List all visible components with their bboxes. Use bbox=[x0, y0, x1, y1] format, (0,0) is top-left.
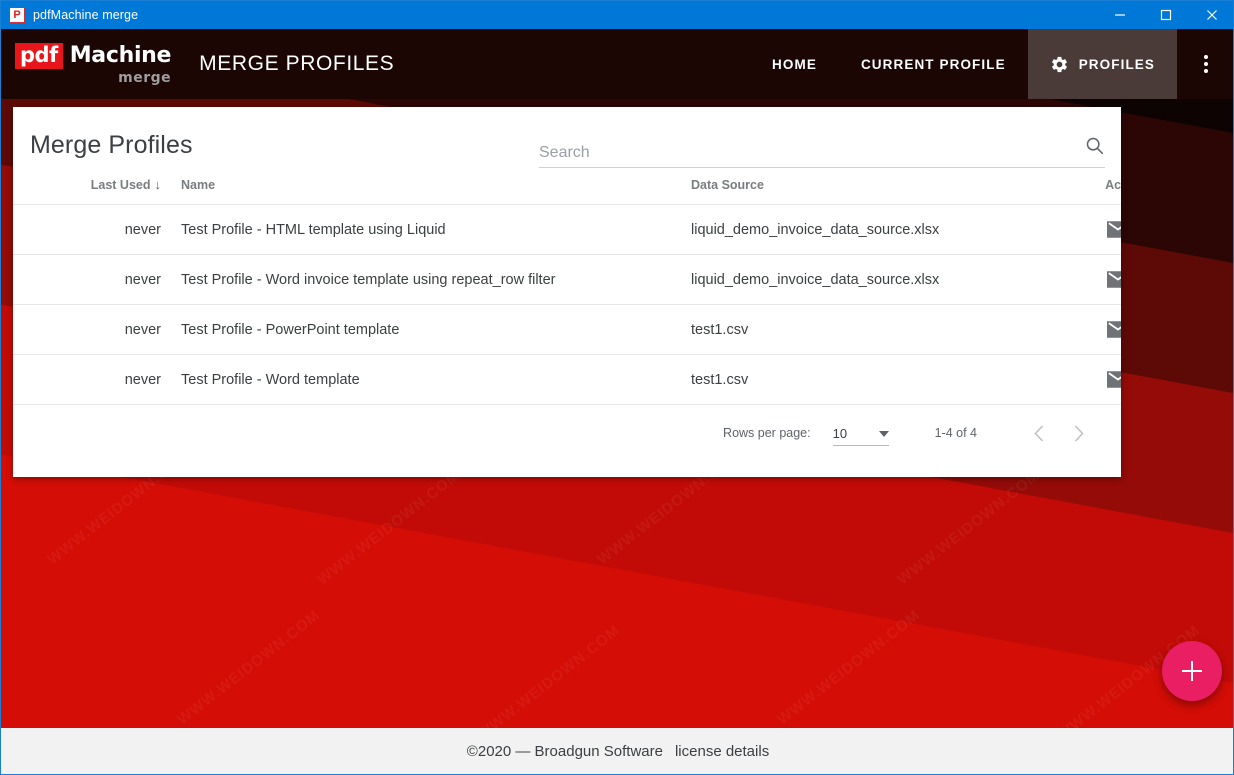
copyright-text: ©2020 — Broadgun Software bbox=[466, 743, 663, 760]
window-title: pdfMachine merge bbox=[33, 8, 139, 22]
more-vertical-icon bbox=[1204, 55, 1208, 73]
logo-pdf-mark: pdf bbox=[15, 43, 63, 69]
cell-data-source: liquid_demo_invoice_data_source.xlsx bbox=[681, 254, 1031, 305]
plus-icon bbox=[1190, 661, 1194, 681]
cell-last-used: never bbox=[13, 204, 161, 255]
nav-item-home[interactable]: HOME bbox=[750, 29, 839, 99]
pagination-range-label: 1-4 of 4 bbox=[934, 426, 977, 440]
previous-page-button[interactable] bbox=[1019, 413, 1059, 453]
cell-actions bbox=[1031, 204, 1121, 255]
cell-actions bbox=[1031, 254, 1121, 305]
app-footer: ©2020 — Broadgun Software license detail… bbox=[1, 728, 1233, 774]
header-overflow-menu[interactable] bbox=[1177, 29, 1233, 99]
cell-name: Test Profile - PowerPoint template bbox=[161, 304, 681, 355]
table-header-row: Last Used↓ Name Data Source Actions bbox=[13, 177, 1121, 205]
cell-last-used: never bbox=[13, 304, 161, 355]
mail-icon[interactable] bbox=[1107, 321, 1121, 338]
app-header: pdf Machine merge MERGE PROFILES HOME CU… bbox=[1, 29, 1233, 99]
cell-last-used: never bbox=[13, 354, 161, 404]
merge-profiles-card: Merge Profiles Last Used↓ Name bbox=[13, 107, 1121, 477]
cell-actions bbox=[1031, 354, 1121, 404]
add-profile-button[interactable] bbox=[1162, 641, 1222, 701]
page-title: MERGE PROFILES bbox=[199, 52, 395, 75]
app-logo: pdf Machine merge bbox=[15, 43, 171, 85]
app-window: P pdfMachine merge pdf Machine merge MER… bbox=[0, 0, 1234, 775]
table-row[interactable]: never Test Profile - HTML template using… bbox=[13, 204, 1121, 255]
column-header-last-used[interactable]: Last Used ↓ bbox=[13, 177, 161, 205]
nav-item-profiles[interactable]: PROFILES bbox=[1027, 29, 1177, 99]
main-navigation: HOME CURRENT PROFILE PROFILES bbox=[750, 29, 1233, 99]
search-icon[interactable] bbox=[1084, 135, 1105, 161]
card-title: Merge Profiles bbox=[30, 131, 193, 159]
mail-icon[interactable] bbox=[1107, 371, 1121, 388]
cell-name: Test Profile - Word template bbox=[161, 354, 681, 404]
table-row[interactable]: never Test Profile - PowerPoint template… bbox=[13, 304, 1121, 355]
logo-merge-text: merge bbox=[118, 70, 172, 86]
pdfmachine-icon: P bbox=[9, 7, 25, 23]
rows-per-page-value: 10 bbox=[832, 426, 848, 441]
window-titlebar: P pdfMachine merge bbox=[1, 1, 1233, 29]
column-header-name[interactable]: Name bbox=[161, 177, 681, 205]
next-page-button[interactable] bbox=[1059, 413, 1099, 453]
search-input[interactable] bbox=[539, 144, 1076, 162]
sort-descending-icon: ↓ bbox=[154, 177, 162, 192]
license-details-link[interactable]: license details bbox=[675, 743, 769, 760]
column-header-actions: Actions bbox=[1105, 178, 1121, 192]
table-row[interactable]: never Test Profile - Word invoice templa… bbox=[13, 254, 1121, 305]
maximize-icon[interactable] bbox=[1143, 1, 1189, 29]
gear-icon bbox=[1050, 55, 1069, 74]
nav-item-label: PROFILES bbox=[1078, 56, 1155, 72]
cell-data-source: liquid_demo_invoice_data_source.xlsx bbox=[681, 204, 1031, 255]
window-controls bbox=[1097, 1, 1233, 29]
cell-data-source: test1.csv bbox=[681, 354, 1031, 404]
profiles-table: Last Used↓ Name Data Source Actions neve… bbox=[13, 177, 1121, 404]
rows-per-page-label: Rows per page: bbox=[723, 426, 811, 440]
chevron-down-icon bbox=[878, 430, 889, 437]
cell-actions bbox=[1031, 304, 1121, 355]
table-row[interactable]: never Test Profile - Word template test1… bbox=[13, 354, 1121, 404]
rows-per-page-select[interactable]: 10 bbox=[832, 426, 889, 446]
cell-name: Test Profile - Word invoice template usi… bbox=[161, 254, 681, 305]
cell-name: Test Profile - HTML template using Liqui… bbox=[161, 204, 681, 255]
close-icon[interactable] bbox=[1189, 1, 1233, 29]
logo-machine-text: Machine bbox=[69, 43, 172, 68]
table-paginator: Rows per page: 10 1-4 of 4 bbox=[13, 404, 1121, 461]
minimize-icon[interactable] bbox=[1097, 1, 1143, 29]
card-header: Merge Profiles bbox=[13, 107, 1121, 177]
nav-item-current-profile[interactable]: CURRENT PROFILE bbox=[839, 29, 1028, 99]
nav-item-label: HOME bbox=[772, 56, 817, 72]
search-field[interactable] bbox=[539, 135, 1105, 168]
column-label: Last Used bbox=[90, 178, 151, 192]
cell-data-source: test1.csv bbox=[681, 304, 1031, 355]
nav-item-label: CURRENT PROFILE bbox=[860, 56, 1006, 72]
mail-icon[interactable] bbox=[1107, 221, 1121, 238]
cell-last-used: never bbox=[13, 254, 161, 305]
column-header-data-source[interactable]: Data Source bbox=[681, 177, 1031, 205]
mail-icon[interactable] bbox=[1107, 271, 1121, 288]
